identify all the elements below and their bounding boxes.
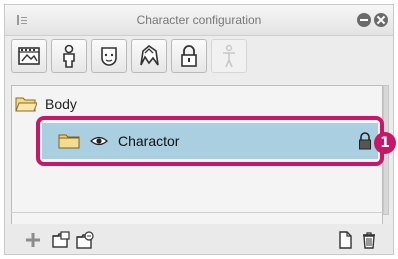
window-title: Character configuration — [136, 13, 262, 27]
bottom-toolbar — [5, 224, 393, 254]
layer-label-body: Body — [45, 96, 77, 112]
new-page-icon[interactable] — [335, 230, 355, 250]
delete-icon[interactable] — [359, 230, 379, 250]
new-character-folder-icon[interactable] — [75, 230, 95, 250]
layer-row-body[interactable]: Body — [15, 93, 375, 115]
add-icon[interactable] — [23, 230, 43, 250]
character-configuration-panel: Character configuration Body Charactor 1 — [4, 4, 396, 255]
hair-icon[interactable] — [131, 39, 167, 73]
title-bar[interactable]: Character configuration — [5, 5, 393, 36]
new-folder-icon[interactable] — [51, 230, 71, 250]
close-icon[interactable] — [374, 13, 388, 27]
lock-icon[interactable] — [171, 39, 207, 73]
body-icon[interactable] — [51, 39, 87, 73]
selection-callout-frame — [36, 116, 384, 166]
film-scene-icon[interactable] — [11, 39, 47, 73]
face-icon[interactable] — [91, 39, 127, 73]
folder-open-icon — [15, 97, 37, 112]
callout-number-badge: 1 — [374, 132, 396, 154]
divider — [11, 212, 383, 213]
category-tabs — [11, 39, 387, 75]
figure-icon[interactable] — [211, 39, 247, 73]
minimize-icon[interactable] — [357, 13, 371, 27]
